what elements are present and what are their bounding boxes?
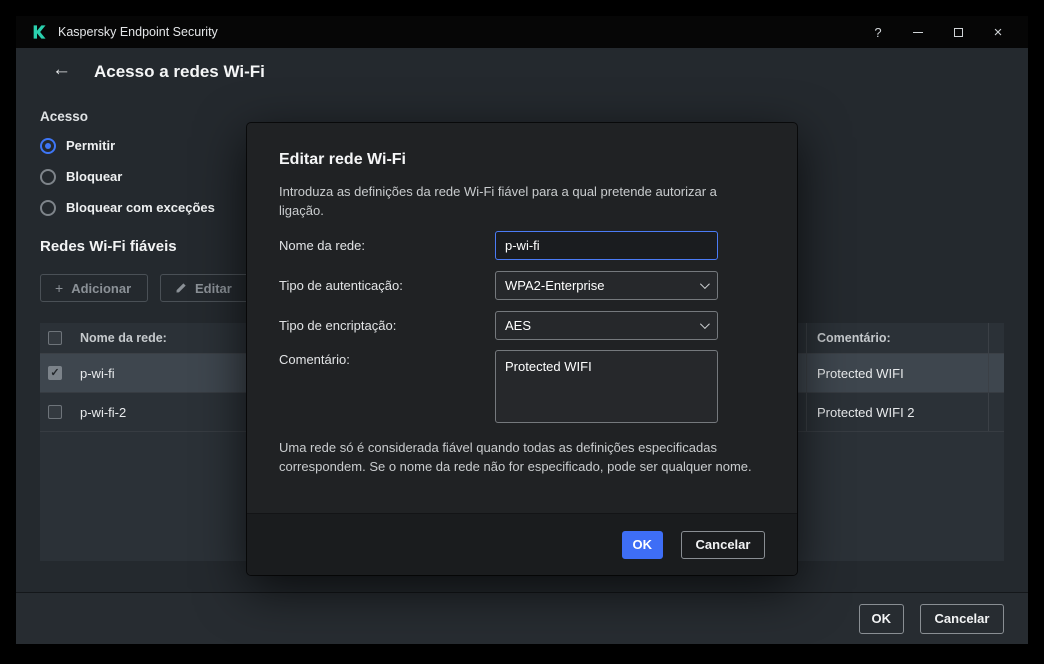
kaspersky-logo-icon: [30, 23, 48, 41]
radio-option-bloquear[interactable]: Bloquear: [40, 161, 215, 192]
chevron-down-icon: [699, 319, 710, 330]
dialog-title: Editar rede Wi-Fi: [279, 151, 406, 168]
row-check-cell: [40, 393, 72, 431]
network-name-label: Nome da rede:: [279, 238, 365, 253]
radio-label: Bloquear com exceções: [66, 200, 215, 215]
add-network-label: Adicionar: [71, 280, 132, 296]
check-icon: ✓: [50, 366, 60, 379]
radio-label: Permitir: [66, 138, 116, 153]
dialog-note: Uma rede só é considerada fiável quando …: [279, 440, 752, 474]
encryption-type-value: AES: [505, 318, 532, 333]
radio-option-permitir[interactable]: Permitir: [40, 130, 215, 161]
dialog-footer: OK Cancelar: [247, 513, 797, 575]
close-icon: ×: [993, 23, 1003, 41]
trusted-networks-heading: Redes Wi-Fi fiáveis: [40, 238, 177, 255]
table-toolbar: + Adicionar Editar: [40, 274, 256, 302]
access-section-heading: Acesso: [40, 109, 89, 124]
edit-network-button[interactable]: Editar: [160, 274, 256, 302]
help-icon: ?: [874, 24, 882, 40]
minimize-icon: [913, 31, 923, 33]
back-arrow-icon: ←: [52, 59, 71, 80]
window-cancel-button[interactable]: Cancelar: [920, 603, 1004, 634]
plus-icon: +: [55, 280, 64, 296]
radio-icon: [40, 199, 56, 216]
scrollbar-spacer: [988, 393, 1004, 431]
back-button[interactable]: ←: [52, 60, 71, 79]
titlebar: Kaspersky Endpoint Security ? ×: [16, 16, 1028, 48]
help-button[interactable]: ?: [858, 16, 898, 48]
column-header-comment[interactable]: Comentário:: [806, 323, 988, 353]
network-comment: Protected WIFI: [806, 354, 988, 392]
row-checkbox[interactable]: [48, 405, 62, 419]
radio-option-bloquear-excecoes[interactable]: Bloquear com exceções: [40, 192, 215, 223]
row-check-cell: ✓: [40, 354, 72, 392]
auth-type-select[interactable]: WPA2-Enterprise: [495, 271, 718, 300]
app-title: Kaspersky Endpoint Security: [58, 25, 218, 39]
scrollbar-spacer: [988, 354, 1004, 392]
dialog-description: Introduza as definições da rede Wi-Fi fi…: [279, 184, 717, 218]
radio-selected-icon: [40, 137, 56, 154]
window-ok-button[interactable]: OK: [858, 603, 904, 634]
dialog-ok-button[interactable]: OK: [621, 530, 663, 559]
auth-type-value: WPA2-Enterprise: [505, 278, 605, 293]
edit-wifi-dialog: Editar rede Wi-Fi Introduza as definiçõe…: [247, 123, 797, 575]
window-footer: OK Cancelar: [16, 592, 1028, 644]
maximize-button[interactable]: [938, 16, 978, 48]
radio-icon: [40, 168, 56, 185]
encryption-type-label: Tipo de encriptação:: [279, 318, 397, 333]
comment-textarea[interactable]: Protected WIFI: [495, 350, 718, 423]
radio-label: Bloquear: [66, 169, 123, 184]
row-checkbox[interactable]: ✓: [48, 366, 62, 380]
maximize-icon: [953, 27, 963, 37]
minimize-button[interactable]: [898, 16, 938, 48]
access-radio-group: Permitir Bloquear Bloquear com exceções: [40, 130, 215, 223]
select-all-checkbox[interactable]: [48, 331, 62, 345]
pencil-icon: [175, 282, 187, 294]
scrollbar-spacer: [988, 323, 1004, 353]
encryption-type-select[interactable]: AES: [495, 311, 718, 340]
page-title: Acesso a redes Wi-Fi: [94, 62, 265, 81]
auth-type-label: Tipo de autenticação:: [279, 278, 403, 293]
edit-network-label: Editar: [195, 280, 232, 296]
network-comment: Protected WIFI 2: [806, 393, 988, 431]
comment-label: Comentário:: [279, 352, 350, 367]
chevron-down-icon: [699, 279, 710, 290]
header-check-cell: [40, 323, 72, 353]
network-name-input[interactable]: [495, 231, 718, 260]
window-controls: ? ×: [858, 16, 1018, 48]
dialog-cancel-button[interactable]: Cancelar: [681, 530, 765, 559]
close-button[interactable]: ×: [978, 16, 1018, 48]
add-network-button[interactable]: + Adicionar: [40, 274, 148, 302]
